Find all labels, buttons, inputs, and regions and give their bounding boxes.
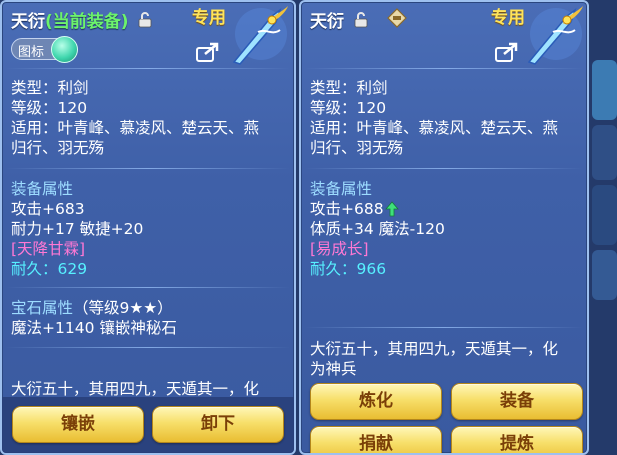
attributes-header: 装备属性 — [11, 180, 74, 198]
item-title: 天衍(当前装备) — [11, 7, 152, 33]
donate-button[interactable]: 捐献 — [310, 426, 442, 453]
item-name: 天衍 — [310, 12, 344, 32]
gem-attributes: 宝石属性（等级9★★） — [11, 298, 173, 318]
background-item-slot — [592, 185, 617, 245]
background-item-slot — [592, 125, 617, 180]
sword-icon — [228, 2, 294, 70]
durability-value: 629 — [57, 260, 88, 278]
item-type: 类型：利剑 — [310, 79, 388, 97]
divider — [6, 347, 290, 348]
divider — [6, 168, 290, 169]
divider — [305, 68, 583, 69]
special-effect: [易成长] — [310, 240, 369, 258]
background-item-slot — [592, 60, 617, 120]
special-effect: [天降甘霖] — [11, 240, 86, 258]
item-name: 天衍 — [11, 12, 45, 32]
background-item-slot — [592, 250, 617, 300]
item-level: 等级：120 — [310, 99, 387, 117]
unlocked-padlock-icon[interactable] — [138, 11, 152, 33]
divider — [305, 327, 583, 328]
equip-button[interactable]: 装备 — [451, 383, 583, 420]
compare-equipment-panel: 天衍 专用 类型：利剑 等级：120 适用：叶青峰、慕凌风、楚云天、燕 归行、羽… — [299, 0, 589, 455]
suitable-classes-cont: 归行、羽无殇 — [310, 139, 404, 157]
share-icon[interactable] — [196, 42, 220, 66]
item-type: 类型：利剑 — [11, 79, 89, 97]
current-equipment-panel: 天衍(当前装备) 专用 图标 类型：利剑 等级：120 适用：叶青峰、慕凌风、楚… — [0, 0, 296, 455]
suitable-classes: 适用：叶青峰、慕凌风、楚云天、燕 — [11, 119, 260, 137]
durability: 耐久：629 — [11, 259, 87, 279]
suitable-classes: 适用：叶青峰、慕凌风、楚云天、燕 — [310, 119, 559, 137]
inlay-button[interactable]: 镶嵌 — [12, 406, 144, 443]
gem-level: （等级9★★） — [73, 299, 173, 317]
item-description: 大衍五十，其用四九，天遁其一，化 — [310, 340, 559, 358]
exclusive-label: 专用 — [192, 8, 226, 28]
icon-toggle-label: 图标 — [18, 45, 45, 60]
divider — [6, 287, 290, 288]
attributes-header: 装备属性 — [310, 180, 373, 198]
durability: 耐久：966 — [310, 259, 386, 279]
unequip-button[interactable]: 卸下 — [152, 406, 284, 443]
divider — [6, 68, 290, 69]
item-title: 天衍 — [310, 7, 368, 33]
suitable-classes-cont: 归行、羽无殇 — [11, 139, 105, 157]
durability-value: 966 — [356, 260, 387, 278]
refine-button[interactable]: 炼化 — [310, 383, 442, 420]
sword-icon — [523, 2, 587, 70]
item-description-cont: 为神兵 — [310, 360, 357, 378]
secondary-stats: 耐力+17 敏捷+20 — [11, 220, 144, 238]
divider — [305, 168, 583, 169]
durability-label: 耐久： — [11, 260, 58, 278]
rune-badge-icon — [387, 8, 407, 32]
toggle-knob — [51, 36, 78, 63]
unlocked-padlock-icon[interactable] — [354, 11, 368, 33]
gem-description: 魔法+1140 镶嵌神秘石 — [11, 319, 177, 337]
durability-label: 耐久： — [310, 260, 357, 278]
share-icon[interactable] — [495, 42, 519, 66]
attack-stat: 攻击+683 — [11, 200, 85, 218]
item-description: 大衍五十，其用四九，天遁其一，化 — [11, 380, 260, 398]
item-level: 等级：120 — [11, 99, 88, 117]
exclusive-label: 专用 — [491, 8, 525, 28]
icon-display-toggle[interactable]: 图标 — [11, 36, 78, 63]
equipped-status: (当前装备) — [45, 12, 129, 32]
secondary-stats: 体质+34 魔法-120 — [310, 220, 445, 238]
extract-button[interactable]: 提炼 — [451, 426, 583, 453]
attack-value: 攻击+688 — [310, 200, 384, 218]
gem-header: 宝石属性 — [11, 299, 74, 317]
